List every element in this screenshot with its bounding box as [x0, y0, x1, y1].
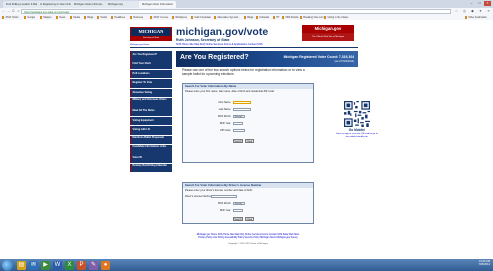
birth-year-row: Birth Year: [207, 122, 243, 126]
last-name-row: Last Name: [207, 108, 251, 112]
search-by-name-panel: Search For Voter Information By Name Ple… [182, 83, 314, 163]
sidebar-item-find-clerk[interactable]: Find Your Clerk [130, 60, 172, 69]
search-button[interactable]: Search [233, 139, 243, 144]
are-you-registered-banner: Are You Registered? Michigan Registered … [176, 51, 358, 67]
page-title: Are You Registered? [180, 54, 249, 61]
license-number-input[interactable] [211, 195, 237, 199]
first-name-input[interactable] [233, 101, 251, 105]
sidebar-item-voting-id[interactable]: Voting with I.D. [130, 126, 172, 135]
birth-year-row: Birth Year: [207, 209, 243, 213]
tab-voter-info[interactable]: Michigan Voter Information [139, 1, 176, 8]
firefox-icon[interactable]: ● [101, 260, 110, 270]
tab-bar: Find Polling Location & Ballot Is Regist… [0, 0, 493, 8]
folder-icon[interactable]: ▤ [17, 260, 26, 270]
voter-count-date: (as of 07/22/2014) [334, 60, 354, 63]
sidebar-item-military[interactable]: Military and Overseas Voters [130, 97, 172, 107]
birth-month-select[interactable]: January [233, 115, 245, 119]
site-title: michigan.gov/vote [176, 26, 269, 38]
tab-polling[interactable]: Find Polling Location & Ballot [3, 1, 38, 8]
birth-year-input[interactable] [233, 122, 243, 126]
birth-year-input[interactable] [233, 209, 243, 213]
tab-michigan-org[interactable]: Michigan.org [105, 1, 140, 8]
birth-month-row: Birth Month: January [207, 202, 245, 206]
zip-input[interactable] [233, 129, 245, 133]
panel-instructions: Please enter your first name, last name,… [185, 90, 275, 93]
clear-button[interactable]: Clear [245, 139, 254, 144]
copyright: Copyright © 2001-2014 State of Michigan [227, 243, 269, 245]
top-links[interactable]: SOS Home Site Map FAQ Online Services Fo… [176, 43, 263, 46]
michigan-sos-logo[interactable]: MICHIGAN Secretary of State [130, 27, 172, 41]
taskbar: ▤ ✉ ▶ W X P ✎ ● 10:36 AM 7/25/2014 [0, 259, 493, 271]
sidebar-item-register[interactable]: Register To Vote [130, 79, 172, 88]
star-icon[interactable]: ☆ [454, 9, 459, 14]
footer-links[interactable]: Michigan.gov Home SOS Home Site Map FAQ … [182, 234, 314, 240]
powerpoint-icon[interactable]: P [77, 260, 86, 270]
clock[interactable]: 10:36 AM 7/25/2014 [478, 260, 490, 267]
search-by-license-panel: Search For Voter Information By Driver's… [182, 182, 314, 224]
excel-icon[interactable]: X [65, 260, 74, 270]
first-name-row: First Name: [207, 101, 251, 105]
sidebar-item-equipment[interactable]: Voting Equipment [130, 116, 172, 126]
zip-row: ZIP Code: [207, 129, 245, 133]
qr-code-icon[interactable] [344, 101, 370, 127]
sidebar-item-are-you-registered[interactable]: Are You Registered? [130, 51, 172, 60]
address-bar: ← → C ⌂ https://webapps.sos.state.mi.us/… [0, 8, 493, 15]
last-name-input[interactable] [233, 108, 251, 112]
birth-month-select[interactable]: January [233, 202, 245, 206]
paint-icon[interactable]: ✎ [89, 260, 98, 270]
extension-icon-3[interactable]: ● [478, 9, 483, 14]
michigan-gov-home-link[interactable]: Michigan.gov Home [130, 44, 149, 46]
search-button[interactable]: Search [233, 217, 243, 222]
sidebar-nav: Are You Registered? Find Your Clerk Poll… [130, 51, 172, 173]
voter-count: Michigan Registered Voter Count: 7,319,1… [283, 55, 354, 59]
sidebar-item-absentee[interactable]: Absentee Voting [130, 88, 172, 98]
intro-text: Please use one of the two search options… [182, 68, 305, 77]
sidebar-item-rules[interactable]: Meet All The Rules [130, 107, 172, 116]
url-input[interactable]: https://webapps.sos.state.mi.us/mivote/ [21, 9, 451, 14]
word-icon[interactable]: W [53, 260, 62, 270]
sidebar-item-candidate-info[interactable]: Candidate Information Links [130, 144, 172, 154]
sidebar-item-voter-id[interactable]: Voter ID [130, 154, 172, 163]
secretary-name: Ruth Johnson, Secretary of State [176, 38, 230, 42]
license-row: Driver's License Number: [185, 195, 237, 199]
extension-icon[interactable]: ◎ [462, 9, 467, 14]
menu-icon[interactable]: ≡ [486, 9, 491, 14]
tab-mi-votes[interactable]: Michigan Votes Informat... [71, 1, 106, 8]
mail-icon[interactable]: ✉ [29, 260, 38, 270]
go-mobile-text[interactable]: Have an app or scan this QR code to go t… [336, 133, 378, 139]
go-mobile-label: Go Mobile! [348, 128, 366, 132]
minimize-button[interactable]: – [468, 1, 475, 6]
birth-month-row: Birth Month: January [207, 115, 245, 119]
sidebar-item-poll-locations[interactable]: Poll Locations [130, 69, 172, 79]
michigan-gov-brand[interactable]: Michigan.gov The Official Web Site of Mi… [302, 25, 354, 41]
sidebar-item-ballot-proposals[interactable]: Elections Ballot Proposals [130, 135, 172, 145]
clear-button[interactable]: Clear [245, 217, 254, 222]
header-divider [130, 47, 358, 48]
extension-icon-2[interactable]: ◆ [470, 9, 475, 14]
close-button[interactable]: × [484, 1, 491, 6]
media-icon[interactable]: ▶ [41, 260, 50, 270]
sidebar-item-calendar[interactable]: Dummy Run/Voting Calendar [130, 163, 172, 173]
start-button[interactable] [2, 259, 13, 271]
maximize-button[interactable]: □ [476, 1, 483, 6]
tab-register-online[interactable]: Is Registering to Vote Online Le... [37, 1, 72, 8]
panel-instructions: Please enter your driver's license numbe… [185, 189, 253, 192]
